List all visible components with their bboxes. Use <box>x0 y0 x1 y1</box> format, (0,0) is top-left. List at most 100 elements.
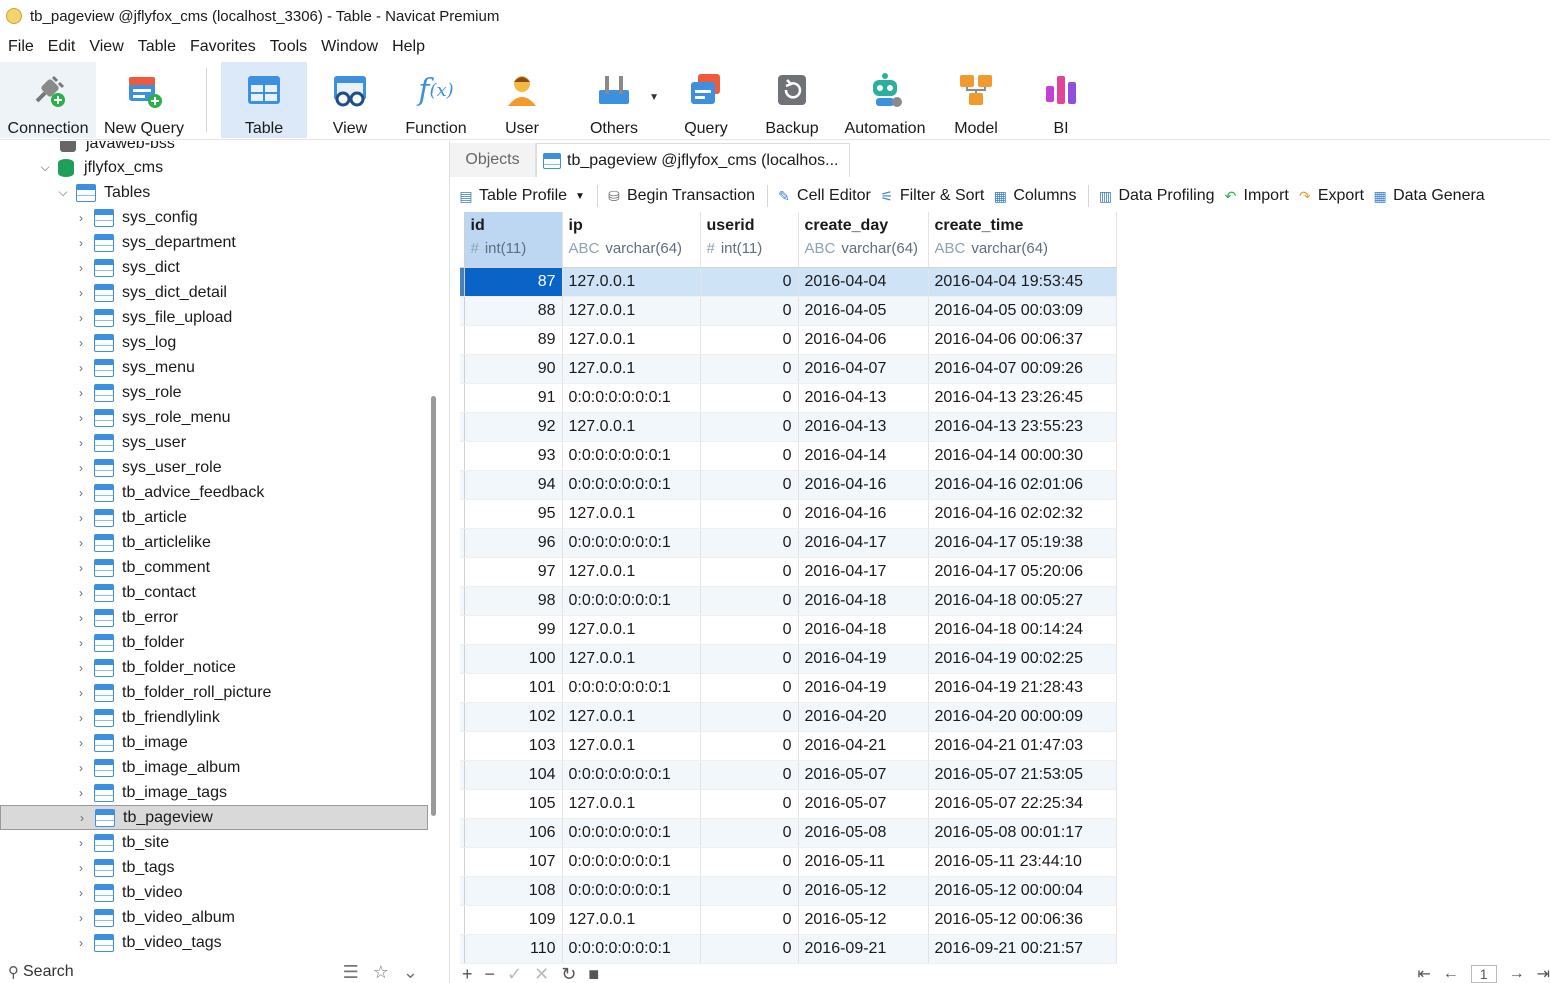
tab-objects[interactable]: Objects <box>450 143 536 177</box>
table-row[interactable]: 94 0:0:0:0:0:0:0:1 0 2016-04-16 2016-04-16 0… <box>460 470 1117 500</box>
grid-cell[interactable]: 2016-04-05 <box>798 296 929 326</box>
chevron-right-icon[interactable]: › <box>74 436 88 450</box>
tree-table-item[interactable]: › tb_video <box>0 880 428 905</box>
table-row[interactable]: 109 127.0.0.1 0 2016-05-12 2016-05-12 00:06:… <box>460 905 1117 935</box>
chevron-right-icon[interactable]: › <box>74 786 88 800</box>
chevron-right-icon[interactable]: › <box>74 486 88 500</box>
grid-cell[interactable]: 127.0.0.1 <box>562 325 701 355</box>
tree-tables-node[interactable]: ⌵ Tables <box>0 180 428 205</box>
grid-cell[interactable]: 0 <box>700 702 799 732</box>
grid-cell[interactable]: 2016-05-11 <box>798 847 929 877</box>
chevron-right-icon[interactable]: › <box>74 336 88 350</box>
grid-cell[interactable]: 98 <box>464 586 563 616</box>
collapse-icon[interactable]: ⌄ <box>403 962 418 983</box>
grid-cell[interactable]: 0:0:0:0:0:0:0:1 <box>562 441 701 471</box>
table-row[interactable]: 102 127.0.0.1 0 2016-04-20 2016-04-20 00:00:… <box>460 702 1117 732</box>
menu-file[interactable]: File <box>8 38 34 56</box>
grid-cell[interactable]: 2016-04-07 <box>798 354 929 384</box>
grid-cell[interactable]: 106 <box>464 818 563 848</box>
others-button[interactable]: Others ▼ <box>565 62 663 138</box>
grid-cell[interactable]: 88 <box>464 296 563 326</box>
chevron-right-icon[interactable]: › <box>74 461 88 475</box>
grid-cell[interactable]: 0 <box>700 586 799 616</box>
grid-cell[interactable]: 2016-04-21 <box>798 731 929 761</box>
chevron-right-icon[interactable]: › <box>74 311 88 325</box>
tree-table-item[interactable]: › sys_menu <box>0 355 428 380</box>
tree-table-item[interactable]: › tb_site <box>0 830 428 855</box>
prev-page-icon[interactable]: ← <box>1443 965 1459 983</box>
menu-help[interactable]: Help <box>392 38 425 56</box>
menu-tools[interactable]: Tools <box>270 38 307 56</box>
grid-cell[interactable]: 104 <box>464 760 563 790</box>
grid-cell[interactable]: 127.0.0.1 <box>562 296 701 326</box>
user-button[interactable]: User <box>479 62 565 138</box>
tree-table-item[interactable]: › sys_dict <box>0 255 428 280</box>
table-row[interactable]: 110 0:0:0:0:0:0:0:1 0 2016-09-21 2016-09-21 … <box>460 934 1117 964</box>
tree-table-item[interactable]: › sys_file_upload <box>0 305 428 330</box>
menu-edit[interactable]: Edit <box>48 38 76 56</box>
tree-table-item[interactable]: › sys_log <box>0 330 428 355</box>
grid-cell[interactable]: 2016-04-19 <box>798 644 929 674</box>
table-row[interactable]: 92 127.0.0.1 0 2016-04-13 2016-04-13 23:55:2… <box>460 412 1117 442</box>
grid-cell[interactable]: 2016-04-16 02:02:32 <box>928 499 1117 529</box>
table-row[interactable]: 87 127.0.0.1 0 2016-04-04 2016-04-04 19:53:4… <box>460 267 1117 297</box>
grid-cell[interactable]: 127.0.0.1 <box>562 412 701 442</box>
table-row[interactable]: 104 0:0:0:0:0:0:0:1 0 2016-05-07 2016-05-07 … <box>460 760 1117 790</box>
chevron-down-icon[interactable]: ▼ <box>649 92 659 103</box>
export-button[interactable]: ↷ Export <box>1297 187 1364 205</box>
menu-window[interactable]: Window <box>321 38 378 56</box>
grid-cell[interactable]: 0 <box>700 383 799 413</box>
grid-cell[interactable]: 0 <box>700 789 799 819</box>
begin-transaction-button[interactable]: ⛁ Begin Transaction <box>606 187 755 205</box>
query-button[interactable]: Query <box>663 62 749 138</box>
grid-cell[interactable]: 94 <box>464 470 563 500</box>
grid-cell[interactable]: 0 <box>700 818 799 848</box>
grid-cell[interactable]: 0:0:0:0:0:0:0:1 <box>562 760 701 790</box>
grid-cell[interactable]: 2016-04-17 <box>798 557 929 587</box>
menu-table[interactable]: Table <box>138 38 176 56</box>
grid-cell[interactable]: 2016-04-13 <box>798 383 929 413</box>
data-profiling-button[interactable]: ▥ Data Profiling <box>1097 187 1215 205</box>
grid-cell[interactable]: 2016-04-18 00:05:27 <box>928 586 1117 616</box>
grid-cell[interactable]: 2016-04-04 <box>798 267 929 297</box>
chevron-right-icon[interactable]: › <box>75 811 89 825</box>
table-row[interactable]: 101 0:0:0:0:0:0:0:1 0 2016-04-19 2016-04-19 … <box>460 673 1117 703</box>
column-header[interactable]: create_day ABC varchar(64) <box>798 212 929 268</box>
chevron-right-icon[interactable]: › <box>74 936 88 950</box>
table-row[interactable]: 99 127.0.0.1 0 2016-04-18 2016-04-18 00:14:2… <box>460 615 1117 645</box>
grid-cell[interactable]: 0 <box>700 354 799 384</box>
grid-cell[interactable]: 0:0:0:0:0:0:0:1 <box>562 586 701 616</box>
grid-cell[interactable]: 2016-09-21 <box>798 934 929 964</box>
grid-cell[interactable]: 0 <box>700 499 799 529</box>
tree-table-item[interactable]: › tb_folder_roll_picture <box>0 680 428 705</box>
grid-cell[interactable]: 2016-09-21 00:21:57 <box>928 934 1117 964</box>
grid-cell[interactable]: 2016-05-07 21:53:05 <box>928 760 1117 790</box>
grid-cell[interactable]: 0:0:0:0:0:0:0:1 <box>562 847 701 877</box>
grid-cell[interactable]: 0 <box>700 557 799 587</box>
apply-changes-button[interactable]: ✓ <box>507 964 522 983</box>
grid-cell[interactable]: 2016-04-13 23:55:23 <box>928 412 1117 442</box>
grid-cell[interactable]: 96 <box>464 528 563 558</box>
grid-cell[interactable]: 89 <box>464 325 563 355</box>
grid-cell[interactable]: 109 <box>464 905 563 935</box>
grid-cell[interactable]: 87 <box>464 267 563 297</box>
table-row[interactable]: 106 0:0:0:0:0:0:0:1 0 2016-05-08 2016-05-08 … <box>460 818 1117 848</box>
grid-cell[interactable]: 0 <box>700 441 799 471</box>
table-row[interactable]: 96 0:0:0:0:0:0:0:1 0 2016-04-17 2016-04-17 0… <box>460 528 1117 558</box>
chevron-right-icon[interactable]: › <box>74 686 88 700</box>
page-number-input[interactable]: 1 <box>1470 965 1497 983</box>
grid-cell[interactable]: 110 <box>464 934 563 964</box>
grid-cell[interactable]: 127.0.0.1 <box>562 731 701 761</box>
model-button[interactable]: Model <box>935 62 1017 138</box>
navigator-scrollbar[interactable] <box>431 396 436 816</box>
grid-cell[interactable]: 2016-04-14 <box>798 441 929 471</box>
grid-cell[interactable]: 2016-05-12 00:06:36 <box>928 905 1117 935</box>
grid-cell[interactable]: 0:0:0:0:0:0:0:1 <box>562 818 701 848</box>
grid-cell[interactable]: 2016-04-04 19:53:45 <box>928 267 1117 297</box>
grid-cell[interactable]: 0:0:0:0:0:0:0:1 <box>562 673 701 703</box>
grid-cell[interactable]: 2016-05-12 <box>798 876 929 906</box>
data-generation-button[interactable]: ▦ Data Genera <box>1372 187 1484 205</box>
discard-changes-button[interactable]: ✕ <box>534 964 549 983</box>
grid-cell[interactable]: 97 <box>464 557 563 587</box>
table-row[interactable]: 107 0:0:0:0:0:0:0:1 0 2016-05-11 2016-05-11 … <box>460 847 1117 877</box>
